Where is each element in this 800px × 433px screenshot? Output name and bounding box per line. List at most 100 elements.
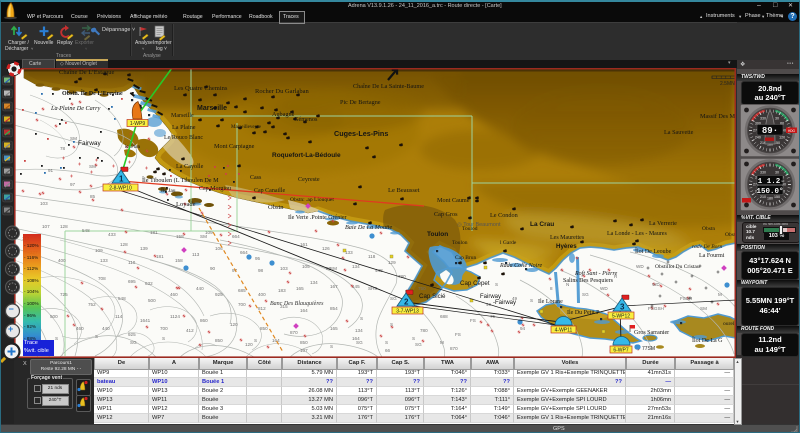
svg-text:Obstn: Obstn bbox=[725, 232, 736, 238]
svg-text:4-WP11: 4-WP11 bbox=[555, 327, 573, 333]
svg-text:1641: 1641 bbox=[140, 318, 151, 323]
svg-text:Banc Des Blauquières: Banc Des Blauquières bbox=[270, 301, 324, 307]
svg-text:M: M bbox=[440, 340, 444, 345]
svg-text:870: 870 bbox=[450, 346, 458, 351]
svg-text:103: 103 bbox=[280, 266, 288, 271]
svg-text:850: 850 bbox=[300, 340, 308, 345]
svg-text:854: 854 bbox=[330, 306, 338, 311]
svg-text:66: 66 bbox=[385, 348, 391, 353]
svg-text:La Plaine: La Plaine bbox=[172, 124, 196, 131]
svg-text:Cuges-Les-Pins: Cuges-Les-Pins bbox=[334, 129, 388, 138]
svg-text:S: S bbox=[530, 298, 533, 303]
svg-text:Ceyreste: Ceyreste bbox=[298, 176, 320, 183]
svg-text:Cap Morgiou: Cap Morgiou bbox=[199, 186, 231, 192]
svg-text:HDG: HDG bbox=[788, 128, 796, 132]
svg-text:Toulon: Toulon bbox=[427, 231, 448, 238]
svg-text:812: 812 bbox=[258, 306, 266, 311]
svg-text:134: 134 bbox=[355, 328, 363, 333]
svg-text:126: 126 bbox=[322, 246, 330, 251]
svg-text:Chaîne De La Sainte-Baume: Chaîne De La Sainte-Baume bbox=[353, 83, 424, 90]
svg-text:97: 97 bbox=[70, 182, 76, 187]
svg-text:FS: FS bbox=[470, 318, 476, 323]
svg-text:164: 164 bbox=[300, 308, 308, 313]
svg-text:M: M bbox=[718, 292, 722, 297]
svg-text:120: 120 bbox=[230, 322, 238, 327]
svg-text:113: 113 bbox=[192, 252, 200, 257]
svg-text:WD: WD bbox=[652, 282, 660, 287]
svg-text:S: S bbox=[162, 336, 165, 341]
svg-text:77SM: 77SM bbox=[642, 346, 655, 352]
svg-text:158: 158 bbox=[176, 234, 184, 239]
svg-text:440: 440 bbox=[196, 286, 204, 291]
svg-text:3-7-WP13: 3-7-WP13 bbox=[396, 308, 419, 314]
svg-text:FSSH: FSSH bbox=[680, 296, 692, 301]
svg-text:128: 128 bbox=[60, 224, 68, 229]
svg-text:FS: FS bbox=[455, 332, 461, 337]
svg-text:752: 752 bbox=[88, 302, 96, 307]
svg-text:708: 708 bbox=[98, 276, 106, 281]
svg-text:ourelle: ourelle bbox=[723, 321, 736, 327]
svg-text:688: 688 bbox=[440, 314, 448, 319]
svg-text:548: 548 bbox=[82, 228, 90, 233]
svg-text:La Londe - Les - Maures: La Londe - Les - Maures bbox=[607, 231, 667, 237]
svg-text:Ile Verte .Pointe Grénier: Ile Verte .Pointe Grénier bbox=[288, 215, 347, 221]
svg-text:WD: WD bbox=[600, 286, 608, 291]
svg-text:6-WP7: 6-WP7 bbox=[613, 347, 629, 353]
svg-text:750: 750 bbox=[418, 286, 426, 291]
svg-text:Mont Caume: Mont Caume bbox=[437, 197, 470, 204]
svg-text:2: 2 bbox=[404, 298, 409, 307]
svg-text:Gémenos: Gémenos bbox=[294, 116, 318, 123]
svg-text:SG: SG bbox=[130, 340, 137, 345]
svg-text:Rada Colle Noire: Rada Colle Noire bbox=[499, 263, 542, 269]
svg-text:109: 109 bbox=[95, 248, 103, 253]
svg-text:Les Maurettes: Les Maurettes bbox=[550, 235, 585, 241]
svg-text:Cap Canaille: Cap Canaille bbox=[254, 188, 285, 194]
svg-text:30: 30 bbox=[775, 116, 779, 120]
svg-text:SM: SM bbox=[70, 136, 77, 141]
svg-text:SG: SG bbox=[582, 292, 589, 297]
svg-text:548: 548 bbox=[118, 296, 126, 301]
svg-text:460: 460 bbox=[76, 326, 84, 331]
svg-text:Obstn: Obstn bbox=[268, 204, 284, 211]
svg-text:128: 128 bbox=[120, 242, 128, 247]
svg-text:120: 120 bbox=[245, 342, 253, 347]
svg-text:La Verrerie: La Verrerie bbox=[649, 220, 677, 227]
svg-text:Obstillot Du Cristau: Obstillot Du Cristau bbox=[655, 264, 700, 270]
svg-text:La Sauvette: La Sauvette bbox=[664, 129, 694, 136]
svg-text:Pic De Bertagne: Pic De Bertagne bbox=[340, 99, 381, 106]
svg-text:167: 167 bbox=[330, 284, 338, 289]
svg-text:La Crau: La Crau bbox=[530, 221, 554, 228]
svg-text:Îlot De Leoube: Îlot De Leoube bbox=[635, 247, 672, 255]
svg-text:632: 632 bbox=[145, 281, 153, 286]
svg-text:139: 139 bbox=[140, 246, 148, 251]
svg-text:925: 925 bbox=[128, 332, 136, 337]
svg-text:107: 107 bbox=[300, 348, 308, 353]
svg-text:-Fairway: -Fairway bbox=[493, 300, 516, 306]
svg-text:SM: SM bbox=[700, 306, 707, 311]
svg-text:SM: SM bbox=[89, 164, 96, 169]
svg-text:107: 107 bbox=[42, 224, 50, 229]
svg-text:925: 925 bbox=[215, 292, 223, 297]
svg-text:129: 129 bbox=[388, 260, 396, 265]
svg-text:Obstn: .ap Liouquet: Obstn: .ap Liouquet bbox=[290, 197, 334, 203]
svg-text:La Plaine De Carry: La Plaine De Carry bbox=[50, 105, 101, 112]
svg-text:Mont Carpiagne: Mont Carpiagne bbox=[214, 143, 255, 150]
svg-text:240: 240 bbox=[755, 135, 761, 139]
svg-text:S: S bbox=[254, 338, 257, 343]
svg-text:Les Quatre Chemins: Les Quatre Chemins bbox=[174, 85, 228, 92]
svg-text:89·: 89· bbox=[762, 126, 778, 136]
svg-text:FSGSH: FSGSH bbox=[648, 306, 664, 311]
svg-text:440: 440 bbox=[102, 326, 110, 331]
svg-text:1 1.2: 1 1.2 bbox=[758, 177, 781, 185]
svg-text:158: 158 bbox=[175, 258, 183, 263]
svg-text:Le Rouco Blanc: Le Rouco Blanc bbox=[164, 135, 203, 141]
svg-text:WD: WD bbox=[636, 264, 644, 269]
svg-text:S: S bbox=[412, 336, 415, 341]
svg-text:3: 3 bbox=[620, 303, 625, 312]
svg-text:330: 330 bbox=[760, 170, 766, 174]
svg-text:Rocher Du Garlaban: Rocher Du Garlaban bbox=[255, 88, 310, 95]
svg-text:164: 164 bbox=[272, 338, 280, 343]
svg-text:95: 95 bbox=[255, 256, 261, 261]
svg-text:2-8-WP10: 2-8-WP10 bbox=[109, 185, 132, 191]
svg-text:Marseille: Marseille bbox=[171, 113, 194, 119]
